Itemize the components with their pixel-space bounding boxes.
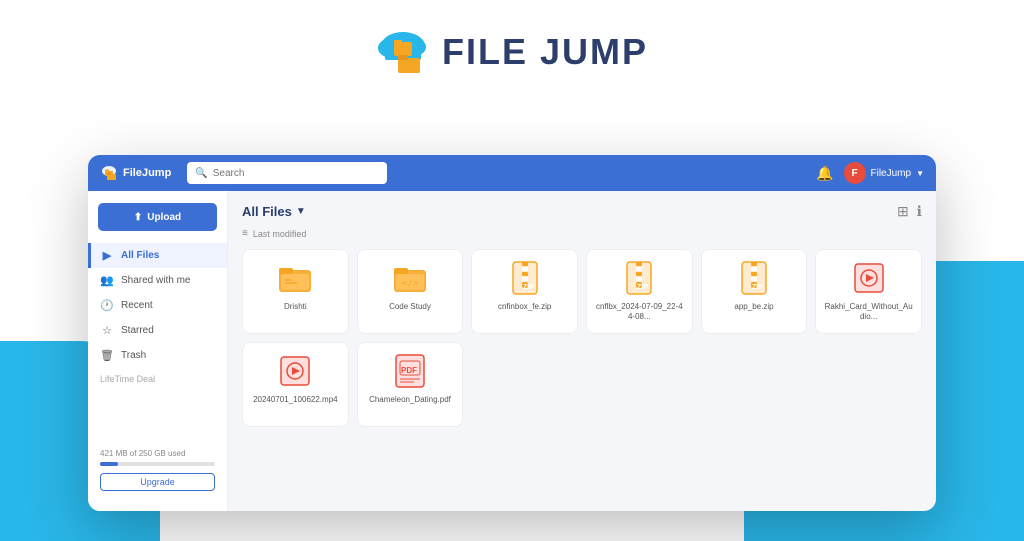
- zip-icon: ZIP: [507, 260, 543, 296]
- file-card-code-study[interactable]: </> Code Study: [357, 249, 464, 334]
- shared-icon: 👥: [100, 274, 114, 287]
- info-icon[interactable]: ℹ: [917, 203, 922, 220]
- sidebar-item-all-files[interactable]: ▶ All Files: [88, 243, 227, 268]
- file-name-drishti: Drishti: [284, 302, 307, 312]
- navbar-logo-icon: [100, 164, 118, 182]
- file-card-drishti[interactable]: Drishti: [242, 249, 349, 334]
- file-card-chameleon-pdf[interactable]: PDF Chameleon_Dating.pdf: [357, 342, 464, 427]
- avatar: F: [844, 162, 866, 184]
- file-grid: Drishti </> Code Study: [242, 249, 922, 427]
- file-name-cnfinbox: cnfinbox_fe.zip: [498, 302, 551, 312]
- navbar-right: 🔔 F FileJump ▼: [816, 162, 924, 184]
- sort-bar[interactable]: ≡ Last modified: [242, 228, 922, 239]
- storage-label: 421 MB of 250 GB used: [100, 449, 215, 458]
- grid-view-icon[interactable]: ⊞: [897, 203, 909, 220]
- trash-icon: 🗑: [100, 349, 114, 362]
- sort-label: Last modified: [253, 229, 307, 239]
- logo-icon: [376, 30, 430, 74]
- main-layout: ⬆ Upload ▶ All Files 👥 Shared with me 🕐 …: [88, 191, 936, 511]
- content-actions: ⊞ ℹ: [897, 203, 922, 220]
- starred-icon: ☆: [100, 324, 114, 337]
- file-card-cnfinbox[interactable]: ZIP cnfinbox_fe.zip: [471, 249, 578, 334]
- file-card-cnflbx[interactable]: ZIP cnflbx_2024-07-09_22-44-08...: [586, 249, 693, 334]
- sidebar-item-starred[interactable]: ☆ Starred: [88, 318, 227, 343]
- search-input[interactable]: [213, 168, 380, 179]
- recent-icon: 🕐: [100, 299, 114, 312]
- search-box[interactable]: 🔍: [187, 162, 387, 184]
- video-icon: [851, 260, 887, 296]
- file-card-app-be[interactable]: ZIP app_be.zip: [701, 249, 808, 334]
- file-name-chameleon-pdf: Chameleon_Dating.pdf: [369, 395, 451, 405]
- content-area: All Files ▼ ⊞ ℹ ≡ Last modified: [228, 191, 936, 511]
- all-files-icon: ▶: [100, 249, 114, 262]
- sidebar: ⬆ Upload ▶ All Files 👥 Shared with me 🕐 …: [88, 191, 228, 511]
- pdf-icon: PDF: [392, 353, 428, 389]
- user-name-label: FileJump: [871, 168, 912, 179]
- file-name-video-jul: 20240701_100622.mp4: [253, 395, 338, 405]
- content-title: All Files ▼: [242, 204, 306, 219]
- navbar-brand: FileJump: [100, 164, 171, 182]
- sidebar-item-trash[interactable]: 🗑 Trash: [88, 343, 227, 368]
- video-icon: [277, 353, 313, 389]
- lifetime-deal-link[interactable]: LifeTime Deal: [100, 374, 215, 384]
- svg-text:</>: </>: [402, 279, 419, 289]
- notification-bell-icon[interactable]: 🔔: [816, 165, 833, 182]
- sidebar-bottom: 421 MB of 250 GB used Upgrade: [88, 441, 227, 499]
- file-card-video-jul[interactable]: 20240701_100622.mp4: [242, 342, 349, 427]
- sort-icon: ≡: [242, 228, 248, 239]
- file-name-rakhi: Rakhi_Card_Without_Audio...: [824, 302, 913, 323]
- svg-text:PDF: PDF: [401, 366, 417, 375]
- dropdown-icon[interactable]: ▼: [296, 206, 306, 217]
- storage-bar: [100, 462, 215, 466]
- svg-text:ZIP: ZIP: [752, 284, 763, 291]
- storage-fill: [100, 462, 118, 466]
- content-header: All Files ▼ ⊞ ℹ: [242, 203, 922, 220]
- navbar: FileJump 🔍 🔔 F FileJump ▼: [88, 155, 936, 191]
- folder-icon: </>: [392, 260, 428, 296]
- navbar-brand-label: FileJump: [123, 167, 171, 179]
- upgrade-button[interactable]: Upgrade: [100, 473, 215, 491]
- logo-area: FILE JUMP: [376, 30, 648, 74]
- zip-icon: ZIP: [621, 260, 657, 296]
- svg-text:ZIP: ZIP: [523, 284, 534, 291]
- upload-button[interactable]: ⬆ Upload: [98, 203, 217, 231]
- file-name-app-be: app_be.zip: [734, 302, 773, 312]
- folder-icon: [277, 260, 313, 296]
- upload-icon: ⬆: [134, 212, 142, 223]
- app-window: FileJump 🔍 🔔 F FileJump ▼ ⬆ Upload: [88, 155, 936, 511]
- user-menu[interactable]: F FileJump ▼: [844, 162, 925, 184]
- search-icon: 🔍: [195, 168, 207, 179]
- chevron-down-icon: ▼: [916, 169, 924, 178]
- file-name-cnflbx: cnflbx_2024-07-09_22-44-08...: [595, 302, 684, 323]
- app-title: FILE JUMP: [442, 31, 648, 73]
- sidebar-item-recent[interactable]: 🕐 Recent: [88, 293, 227, 318]
- zip-icon: ZIP: [736, 260, 772, 296]
- file-card-rakhi[interactable]: Rakhi_Card_Without_Audio...: [815, 249, 922, 334]
- file-name-code-study: Code Study: [389, 302, 431, 312]
- sidebar-item-shared[interactable]: 👥 Shared with me: [88, 268, 227, 293]
- svg-text:ZIP: ZIP: [637, 284, 648, 291]
